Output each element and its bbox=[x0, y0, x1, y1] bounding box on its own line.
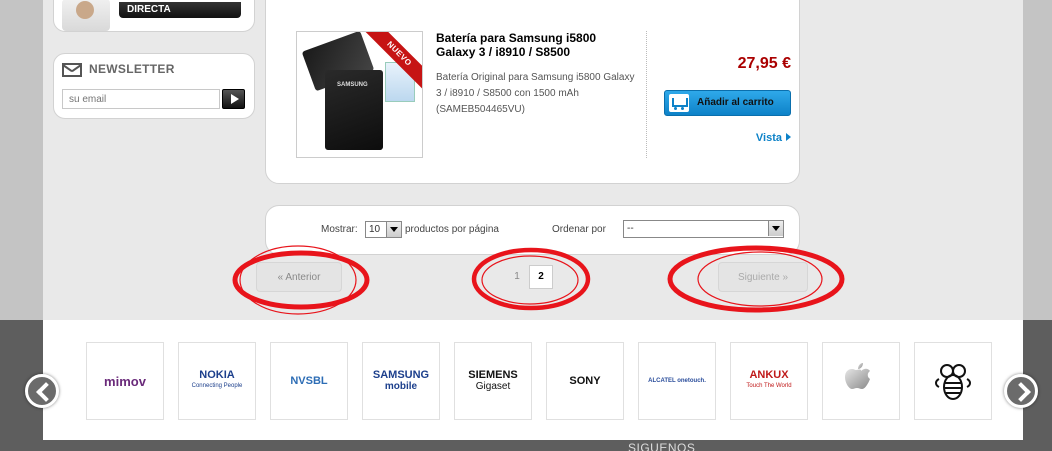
chevron-right-icon bbox=[786, 133, 791, 141]
pagination-prev[interactable]: « Anterior bbox=[256, 262, 342, 292]
per-page-select[interactable]: 10 bbox=[365, 221, 402, 238]
add-to-cart-button[interactable]: Añadir al carrito bbox=[664, 90, 791, 116]
view-label: Vista bbox=[755, 132, 782, 144]
brand-name: NOKIA bbox=[199, 369, 235, 381]
brand-logo-bee[interactable] bbox=[914, 342, 992, 420]
product-price: 27,95 € bbox=[737, 55, 791, 72]
envelope-icon bbox=[62, 63, 82, 77]
show-label: Mostrar: bbox=[321, 224, 358, 235]
brand-logo-samsung[interactable]: SAMSUNG mobile bbox=[362, 342, 440, 420]
apple-logo-icon bbox=[845, 363, 870, 389]
sidebar-promo-box: DIRECTA bbox=[53, 0, 255, 32]
page-margin-right bbox=[1023, 0, 1052, 320]
add-to-cart-label: Añadir al carrito bbox=[697, 97, 774, 108]
brand-logo-nvsbl[interactable]: NVSBL bbox=[270, 342, 348, 420]
order-value: -- bbox=[627, 223, 634, 234]
brand-tagline: Touch The World bbox=[746, 383, 792, 389]
brand-tagline: mobile bbox=[384, 381, 418, 392]
newsletter-submit-button[interactable] bbox=[222, 89, 245, 109]
newsletter-title: NEWSLETTER bbox=[89, 62, 175, 76]
brand-logo-sony[interactable]: SONY bbox=[546, 342, 624, 420]
product-divider bbox=[646, 31, 647, 158]
battery-image-front: SAMSUNG bbox=[325, 70, 383, 150]
newsletter-email-input[interactable] bbox=[62, 89, 220, 109]
brand-name: ANKUX bbox=[749, 369, 789, 381]
brand-name: mimov bbox=[104, 373, 146, 389]
battery-brand-label: SAMSUNG bbox=[337, 82, 368, 88]
page-margin-left bbox=[0, 0, 43, 320]
chevron-down-icon bbox=[768, 221, 783, 236]
brand-logo-nokia[interactable]: NOKIA Connecting People bbox=[178, 342, 256, 420]
promo-person-image bbox=[62, 0, 110, 31]
brand-logo-siemens[interactable]: SIEMENS Gigaset bbox=[454, 342, 532, 420]
per-page-value: 10 bbox=[369, 224, 381, 235]
brand-name: NVSBL bbox=[290, 374, 328, 387]
product-description: Batería Original para Samsung i5800 Gala… bbox=[436, 72, 635, 115]
chevron-down-icon bbox=[386, 222, 401, 237]
order-label: Ordenar por bbox=[552, 224, 606, 235]
pagination-next[interactable]: Siguiente » bbox=[718, 262, 808, 292]
carousel-next-button[interactable] bbox=[1004, 374, 1038, 408]
newsletter-box: NEWSLETTER bbox=[53, 53, 255, 119]
follow-us-heading: SIGUENOS bbox=[628, 441, 696, 451]
product-card: SAMSUNG NUEVO Batería para Samsung i5800… bbox=[265, 0, 800, 184]
page-link-1[interactable]: 1 bbox=[507, 263, 527, 291]
carousel-prev-button[interactable] bbox=[25, 374, 59, 408]
page-current-2: 2 bbox=[529, 265, 553, 289]
order-select[interactable]: -- bbox=[623, 220, 784, 238]
brand-logo-apple[interactable] bbox=[822, 342, 900, 420]
brand-tagline: Connecting People bbox=[191, 383, 243, 389]
brand-logo-mimov[interactable]: mimov bbox=[86, 342, 164, 420]
bee-logo-icon bbox=[935, 364, 971, 400]
brand-tagline: Gigaset bbox=[475, 381, 511, 392]
cart-icon bbox=[669, 94, 689, 112]
brand-name: ALCATEL onetouch. bbox=[648, 377, 706, 384]
brand-name: SAMSUNG bbox=[372, 369, 430, 381]
listing-controls: Mostrar: 10 productos por página Ordenar… bbox=[265, 205, 800, 255]
product-title[interactable]: Batería para Samsung i5800 Galaxy 3 / i8… bbox=[436, 31, 636, 59]
product-image[interactable]: SAMSUNG NUEVO bbox=[296, 31, 423, 158]
pagination-pages: 1 2 bbox=[500, 263, 556, 291]
brand-logo-ankux[interactable]: ANKUX Touch The World bbox=[730, 342, 808, 420]
brand-logo-alcatel-onetouch[interactable]: ALCATEL onetouch. bbox=[638, 342, 716, 420]
promo-label[interactable]: DIRECTA bbox=[119, 2, 241, 18]
per-page-label: productos por página bbox=[405, 224, 499, 235]
view-product-link[interactable]: Vista bbox=[756, 132, 791, 144]
brand-name: SONY bbox=[569, 374, 601, 387]
brand-name: SIEMENS bbox=[468, 369, 518, 381]
